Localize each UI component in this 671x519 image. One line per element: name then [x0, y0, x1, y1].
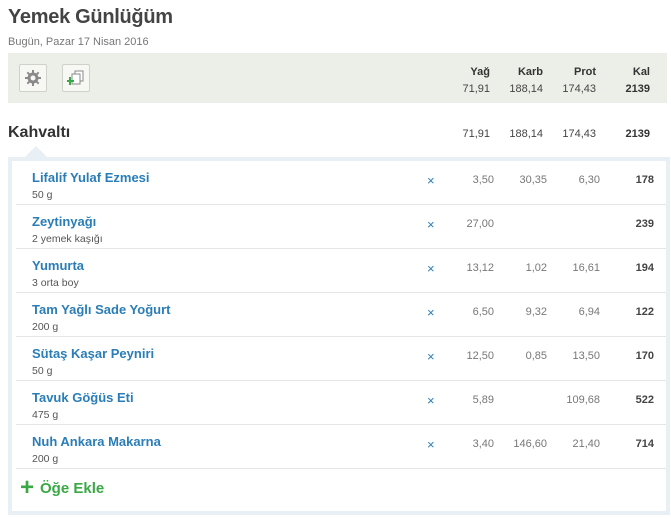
meal-total-kal: 2139 [625, 128, 650, 140]
plus-icon: + [20, 474, 35, 501]
food-fat: 6,50 [472, 306, 494, 318]
food-name-link[interactable]: Tam Yağlı Sade Yoğurt [32, 302, 170, 317]
food-amount: 50 g [32, 365, 53, 377]
add-item-button[interactable]: + Öğe Ekle [20, 474, 105, 501]
food-prot: 109,68 [566, 394, 600, 406]
food-name-link[interactable]: Yumurta [32, 258, 84, 273]
total-carb: 188,14 [509, 83, 543, 95]
food-amount: 200 g [32, 321, 59, 333]
food-row: Nuh Ankara Makarna 200 g × 3,40 146,60 2… [16, 425, 666, 469]
food-fat: 5,89 [472, 394, 494, 406]
column-header-fat: Yağ [470, 66, 490, 78]
add-copy-button[interactable] [62, 64, 90, 92]
food-kal: 122 [635, 306, 654, 318]
food-row: Tavuk Göğüs Eti 475 g × 5,89 109,68 522 [16, 381, 666, 425]
page-title: Yemek Günlüğüm [8, 6, 173, 28]
food-row: Sütaş Kaşar Peyniri 50 g × 12,50 0,85 13… [16, 337, 666, 381]
food-amount: 475 g [32, 409, 59, 421]
food-fat: 13,12 [466, 262, 494, 274]
total-fat: 71,91 [462, 83, 490, 95]
food-name-link[interactable]: Nuh Ankara Makarna [32, 434, 161, 449]
food-name-link[interactable]: Sütaş Kaşar Peyniri [32, 346, 154, 361]
meal-total-carb: 188,14 [509, 128, 543, 140]
food-row: Zeytinyağı 2 yemek kaşığı × 27,00 239 [16, 205, 666, 249]
food-carb: 1,02 [525, 262, 547, 274]
food-kal: 522 [635, 394, 654, 406]
total-prot: 174,43 [562, 83, 596, 95]
food-carb: 0,85 [525, 350, 547, 362]
meal-total-fat: 71,91 [462, 128, 490, 140]
column-header-kal: Kal [632, 66, 650, 78]
meal-total-prot: 174,43 [562, 128, 596, 140]
food-kal: 194 [635, 262, 654, 274]
food-prot: 13,50 [572, 350, 600, 362]
food-name-link[interactable]: Zeytinyağı [32, 214, 96, 229]
food-name-link[interactable]: Tavuk Göğüs Eti [32, 390, 134, 405]
food-prot: 21,40 [572, 438, 600, 450]
food-amount: 50 g [32, 189, 53, 201]
meal-items-box: Lifalif Yulaf Ezmesi 50 g × 3,50 30,35 6… [8, 157, 670, 515]
food-prot: 6,94 [578, 306, 600, 318]
food-amount: 200 g [32, 453, 59, 465]
food-fat: 27,00 [466, 218, 494, 230]
total-kal: 2139 [625, 83, 650, 95]
food-prot: 6,30 [578, 174, 600, 186]
food-carb: 9,32 [525, 306, 547, 318]
add-copy-icon [67, 70, 84, 85]
summary-toolbar: Yağ Karb Prot Kal 71,91 188,14 174,43 21… [8, 53, 667, 103]
food-carb: 30,35 [519, 174, 547, 186]
settings-button[interactable] [19, 64, 47, 92]
food-fat: 3,40 [472, 438, 494, 450]
meal-title: Kahvaltı [8, 124, 71, 141]
food-kal: 714 [635, 438, 654, 450]
food-fat: 12,50 [466, 350, 494, 362]
food-kal: 239 [635, 218, 654, 230]
food-name-link[interactable]: Lifalif Yulaf Ezmesi [32, 170, 150, 185]
column-header-prot: Prot [574, 66, 596, 78]
food-kal: 170 [635, 350, 654, 362]
food-amount: 3 orta boy [32, 277, 79, 289]
food-kal: 178 [635, 174, 654, 186]
food-carb: 146,60 [513, 438, 547, 450]
gear-icon [25, 70, 41, 86]
food-row: Yumurta 3 orta boy × 13,12 1,02 16,61 19… [16, 249, 666, 293]
food-prot: 16,61 [572, 262, 600, 274]
add-item-label: Öğe Ekle [40, 479, 105, 497]
food-row: Tam Yağlı Sade Yoğurt 200 g × 6,50 9,32 … [16, 293, 666, 337]
food-amount: 2 yemek kaşığı [32, 233, 103, 245]
food-fat: 3,50 [472, 174, 494, 186]
food-row: Lifalif Yulaf Ezmesi 50 g × 3,50 30,35 6… [16, 161, 666, 205]
column-header-carb: Karb [517, 66, 543, 78]
page-date: Bugün, Pazar 17 Nisan 2016 [8, 36, 149, 48]
